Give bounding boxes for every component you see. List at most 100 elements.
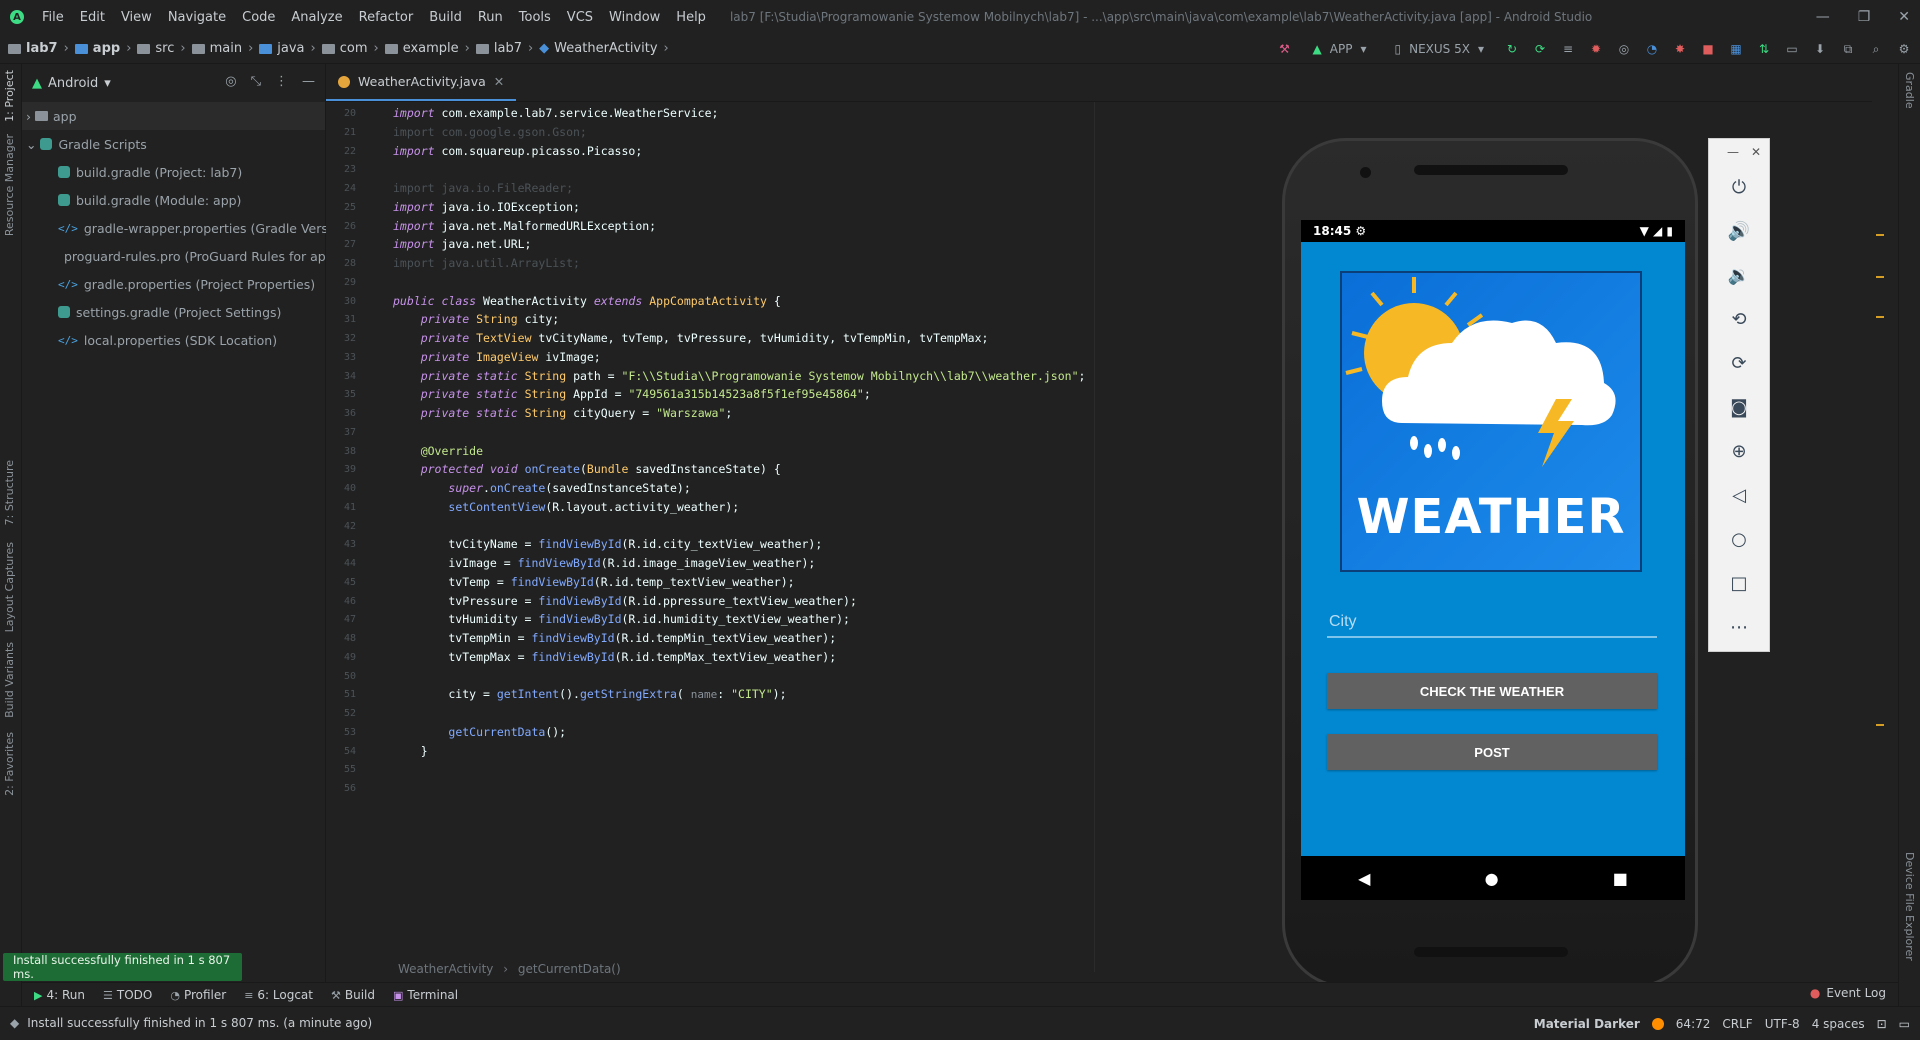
menu-vcs[interactable]: VCS [559, 10, 601, 25]
tool-tab-build-variants[interactable]: Build Variants [3, 642, 16, 718]
sync-icon[interactable]: ⇅ [1756, 41, 1772, 57]
tree-item-local-properties[interactable]: </> local.properties (SDK Location) [22, 326, 325, 354]
run-config-select[interactable]: ▲ APP ▾ [1305, 38, 1375, 60]
city-input[interactable] [1327, 608, 1657, 638]
home-icon[interactable]: ● [1485, 869, 1499, 888]
tree-item-gradle-wrapper[interactable]: </> gradle-wrapper.properties (Gradle Ve… [22, 214, 352, 242]
collapse-icon[interactable]: ⤡ [251, 74, 261, 89]
tab-weatheractivity[interactable]: WeatherActivity.java ✕ [326, 64, 517, 101]
debug-icon[interactable]: ✹ [1588, 41, 1604, 57]
home-icon[interactable]: ○ [1709, 517, 1769, 561]
check-weather-button[interactable]: CHECK THE WEATHER [1327, 673, 1657, 709]
close-tab-icon[interactable]: ✕ [494, 74, 504, 89]
more-icon[interactable]: ⋯ [1709, 605, 1769, 649]
back-icon[interactable]: ◁ [1709, 473, 1769, 517]
menu-navigate[interactable]: Navigate [160, 10, 234, 25]
tool-tab-gradle[interactable]: Gradle [1903, 72, 1916, 109]
restore-icon[interactable]: ❐ [1858, 9, 1871, 25]
settings-icon[interactable]: ⚙ [1896, 41, 1912, 57]
breadcrumb-lab7-package[interactable]: lab7 [494, 41, 522, 56]
rotate-right-icon[interactable]: ⟳ [1709, 341, 1769, 385]
tool-tab-favorites[interactable]: 2: Favorites [3, 732, 16, 796]
install-notification[interactable]: Install successfully finished in 1 s 807… [3, 953, 242, 981]
emulator-screen[interactable]: 18:45 ⚙ ▼ ◢ ▮ WEATHER CHECK THE WEATHER … [1301, 220, 1685, 900]
editor-crumb-method[interactable]: getCurrentData() [518, 962, 621, 976]
locate-icon[interactable]: ◎ [225, 74, 236, 89]
hammer-icon[interactable]: ⚒ [1277, 41, 1293, 57]
apply-code-changes-icon[interactable]: ⟳ [1532, 41, 1548, 57]
breadcrumb-java[interactable]: java [277, 41, 304, 56]
hide-icon[interactable]: — [302, 74, 315, 89]
post-button[interactable]: POST [1327, 734, 1657, 770]
attach-debugger-icon[interactable]: ◎ [1616, 41, 1632, 57]
overview-icon[interactable]: □ [1709, 561, 1769, 605]
menu-refactor[interactable]: Refactor [351, 10, 422, 25]
menu-edit[interactable]: Edit [72, 10, 113, 25]
rotate-left-icon[interactable]: ⟲ [1709, 297, 1769, 341]
tree-item-app[interactable]: › app [22, 102, 325, 130]
breadcrumb-main[interactable]: main [210, 41, 242, 56]
menu-code[interactable]: Code [234, 10, 283, 25]
breadcrumb-weatheractivity[interactable]: WeatherActivity [554, 41, 657, 56]
editor-crumb-class[interactable]: WeatherActivity [398, 962, 493, 976]
options-icon[interactable]: ⋮ [275, 74, 288, 89]
menu-file[interactable]: File [34, 10, 72, 25]
breadcrumb-app[interactable]: app [93, 41, 120, 56]
tool-tab-resource-manager[interactable]: Resource Manager [3, 134, 16, 236]
tool-tab-logcat[interactable]: ≡ 6: Logcat [244, 988, 313, 1002]
layout-inspector-icon[interactable]: ⧉ [1840, 41, 1856, 57]
tool-tab-todo[interactable]: ☰ TODO [103, 988, 152, 1002]
breadcrumb-src[interactable]: src [155, 41, 174, 56]
line-separator[interactable]: CRLF [1722, 1017, 1752, 1031]
breadcrumb-example[interactable]: example [403, 41, 459, 56]
menu-analyze[interactable]: Analyze [283, 10, 350, 25]
coverage-icon[interactable]: ≡ [1560, 41, 1576, 57]
minimize-icon[interactable]: — [1727, 145, 1739, 159]
tree-item-build-gradle-module[interactable]: build.gradle (Module: app) [22, 186, 325, 214]
recents-icon[interactable]: ■ [1613, 869, 1628, 888]
tool-tab-structure[interactable]: 7: Structure [3, 460, 16, 525]
tool-tab-layout-captures[interactable]: Layout Captures [3, 542, 16, 632]
menu-build[interactable]: Build [421, 10, 470, 25]
project-view-select[interactable]: Android [48, 76, 98, 91]
profile-icon[interactable]: ◔ [1644, 41, 1660, 57]
minimize-icon[interactable]: — [1816, 9, 1830, 25]
menu-window[interactable]: Window [601, 10, 668, 25]
stop-icon[interactable]: ■ [1700, 41, 1716, 57]
menu-help[interactable]: Help [668, 10, 714, 25]
tool-tab-project[interactable]: 1: Project [3, 70, 16, 122]
cursor-position[interactable]: 64:72 [1676, 1017, 1711, 1031]
menu-view[interactable]: View [113, 10, 160, 25]
volume-up-icon[interactable]: 🔊 [1709, 209, 1769, 253]
sdk-manager-icon[interactable]: ⬇ [1812, 41, 1828, 57]
tool-tab-run[interactable]: ▶ 4: Run [34, 988, 85, 1002]
camera-icon[interactable]: ◙ [1709, 385, 1769, 429]
tool-tab-profiler[interactable]: ◔ Profiler [170, 988, 226, 1002]
close-icon[interactable]: ✕ [1751, 145, 1761, 159]
search-icon[interactable]: ⌕ [1868, 41, 1884, 57]
apply-changes-icon[interactable]: ↻ [1504, 41, 1520, 57]
event-log-button[interactable]: ● Event Log [1810, 986, 1886, 1000]
tool-tab-device-file-explorer[interactable]: Device File Explorer [1903, 852, 1916, 961]
close-icon[interactable]: ✕ [1898, 9, 1910, 25]
tool-tab-terminal[interactable]: ▣ Terminal [393, 988, 458, 1002]
tree-item-gradle-properties[interactable]: </> gradle.properties (Project Propertie… [22, 270, 325, 298]
tool-tab-build[interactable]: ⚒ Build [331, 988, 375, 1002]
code-area[interactable]: import com.example.lab7.service.WeatherS… [393, 102, 1393, 972]
theme-label[interactable]: Material Darker [1534, 1017, 1640, 1031]
avd-manager-icon[interactable]: ▭ [1784, 41, 1800, 57]
menu-run[interactable]: Run [470, 10, 511, 25]
breadcrumb-lab7[interactable]: lab7 [26, 41, 58, 56]
tree-item-settings-gradle[interactable]: settings.gradle (Project Settings) [22, 298, 325, 326]
device-select[interactable]: ▯ NEXUS 5X ▾ [1387, 38, 1493, 60]
tree-item-proguard[interactable]: proguard-rules.pro (ProGuard Rules for a… [22, 242, 339, 270]
volume-down-icon[interactable]: 🔉 [1709, 253, 1769, 297]
indent-setting[interactable]: 4 spaces [1812, 1017, 1865, 1031]
breadcrumb-com[interactable]: com [340, 41, 368, 56]
lock-icon[interactable]: ⊡ [1877, 1017, 1887, 1031]
status-message[interactable]: Install successfully finished in 1 s 807… [27, 1016, 372, 1030]
attach-icon[interactable]: ✸ [1672, 41, 1688, 57]
power-icon[interactable]: ⏻ [1709, 165, 1769, 209]
back-icon[interactable]: ◀ [1358, 869, 1370, 888]
menu-tools[interactable]: Tools [511, 10, 559, 25]
